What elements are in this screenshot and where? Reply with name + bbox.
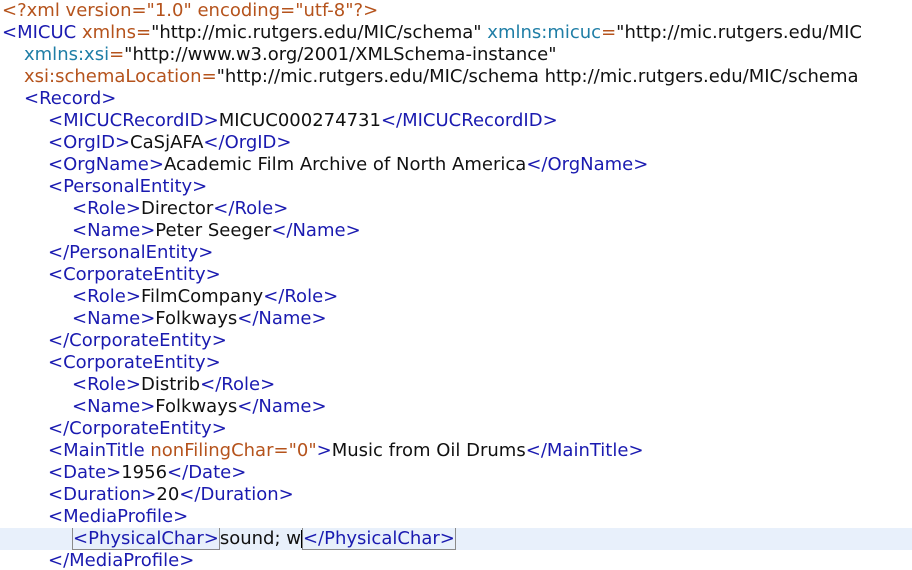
element-text: Academic Film Archive of North America	[163, 154, 527, 175]
code-line[interactable]: <MICUCRecordID>MICUC000274731</MICUCReco…	[0, 110, 912, 132]
tag-name: PersonalEntity	[69, 242, 199, 263]
code-line[interactable]: <CorporateEntity>	[0, 352, 912, 374]
attr-value: "http://mic.rutgers.edu/MIC/schema"	[151, 22, 482, 43]
tag-name: Date	[63, 462, 107, 483]
attr-value: "http://mic.rutgers.edu/MIC/schema http:…	[216, 66, 859, 87]
attr-name: xmlns:xsi	[24, 44, 110, 65]
element-text: FilmCompany	[140, 286, 264, 307]
tag-name: Date	[188, 462, 232, 483]
tag-name: Duration	[63, 484, 142, 505]
code-line[interactable]: <MICUC xmlns="http://mic.rutgers.edu/MIC…	[0, 22, 912, 44]
code-line[interactable]: <OrgName>Academic Film Archive of North …	[0, 154, 912, 176]
code-line[interactable]: xmlns:xsi="http://www.w3.org/2001/XMLSch…	[0, 44, 912, 66]
tag-name: Name	[292, 220, 346, 241]
code-line[interactable]: <Name>Folkways</Name>	[0, 308, 912, 330]
attr-name: xmlns	[81, 22, 136, 43]
code-line[interactable]: </PersonalEntity>	[0, 242, 912, 264]
tag-name: Role	[234, 198, 274, 219]
tag-match-highlight: <PhysicalChar>	[72, 528, 220, 550]
element-text: Distrib	[140, 374, 201, 395]
element-text: Folkways	[155, 308, 238, 329]
tag-name: MainTitle	[546, 440, 629, 461]
tag-name: Record	[39, 88, 102, 109]
element-text: MICUC000274731	[218, 110, 381, 131]
element-text: Peter Seeger	[155, 220, 272, 241]
code-line[interactable]: <Duration>20</Duration>	[0, 484, 912, 506]
tag-name: Name	[258, 396, 312, 417]
tag-name: Name	[258, 308, 312, 329]
element-text: Folkways	[155, 396, 238, 417]
code-line[interactable]: <OrgID>CaSjAFA</OrgID>	[0, 132, 912, 154]
code-line[interactable]: <Role>Distrib</Role>	[0, 374, 912, 396]
tag-name: CorporateEntity	[69, 330, 212, 351]
code-line[interactable]: <Name>Folkways</Name>	[0, 396, 912, 418]
tag-match-highlight: </PhysicalChar>	[301, 528, 456, 550]
xml-declaration: <?xml version="1.0" encoding="utf-8"?>	[2, 0, 379, 21]
tag-name: OrgID	[63, 132, 115, 153]
tag-name: MICUCRecordID	[63, 110, 204, 131]
tag-name: Role	[87, 198, 126, 219]
code-line[interactable]: </MediaProfile>	[0, 550, 912, 570]
tag-name: OrgName	[63, 154, 149, 175]
tag-name: OrgID	[224, 132, 277, 153]
code-line[interactable]: <CorporateEntity>	[0, 264, 912, 286]
current-code-line[interactable]: <PhysicalChar>sound; w </PhysicalChar>	[0, 528, 912, 550]
attr-name: xmlns:micuc	[487, 22, 602, 43]
tag-name: PhysicalChar	[324, 528, 440, 549]
code-line[interactable]: <?xml version="1.0" encoding="utf-8"?>	[0, 0, 912, 22]
tag-name: CorporateEntity	[63, 264, 206, 285]
element-text: Director	[140, 198, 214, 219]
attr-value: "0"	[288, 440, 317, 461]
code-line[interactable]: <Record>	[0, 88, 912, 110]
tag-name: CorporateEntity	[69, 418, 212, 439]
tag-name: MainTitle	[63, 440, 145, 461]
element-text: 1956	[121, 462, 168, 483]
code-line[interactable]: </CorporateEntity>	[0, 330, 912, 352]
tag-name: Role	[221, 374, 261, 395]
root-tag-name: MICUC	[17, 22, 77, 43]
attr-name: xsi:schemaLocation	[24, 66, 202, 87]
element-text: sound; w	[219, 528, 301, 549]
code-line[interactable]: <Name>Peter Seeger</Name>	[0, 220, 912, 242]
code-line[interactable]: <Role>Director</Role>	[0, 198, 912, 220]
element-text: CaSjAFA	[130, 132, 204, 153]
tag-name: Name	[87, 396, 141, 417]
tag-name: OrgName	[547, 154, 634, 175]
tag-name: CorporateEntity	[63, 352, 206, 373]
code-line[interactable]: </CorporateEntity>	[0, 418, 912, 440]
tag-name: PhysicalChar	[88, 528, 204, 549]
tag-name: Role	[87, 374, 126, 395]
code-line[interactable]: <Role>FilmCompany</Role>	[0, 286, 912, 308]
code-line[interactable]: xsi:schemaLocation="http://mic.rutgers.e…	[0, 66, 912, 88]
tag-name: Name	[87, 220, 141, 241]
element-text: 20	[156, 484, 180, 505]
code-line[interactable]: <MediaProfile>	[0, 506, 912, 528]
xml-editor[interactable]: <?xml version="1.0" encoding="utf-8"?> <…	[0, 0, 912, 570]
tag-name: Role	[284, 286, 324, 307]
tag-name: MediaProfile	[69, 550, 180, 570]
tag-name: MICUCRecordID	[402, 110, 543, 131]
tag-name: Duration	[200, 484, 279, 505]
tag-name: Role	[87, 286, 126, 307]
attr-value: "http://mic.rutgers.edu/MIC	[616, 22, 862, 43]
element-text: Music from Oil Drums	[331, 440, 526, 461]
attr-name: nonFilingChar	[150, 440, 274, 461]
code-line[interactable]: <PersonalEntity>	[0, 176, 912, 198]
tag-name: Name	[87, 308, 141, 329]
code-line[interactable]: <MainTitle nonFilingChar="0">Music from …	[0, 440, 912, 462]
tag-name: PersonalEntity	[63, 176, 193, 197]
code-line[interactable]: <Date>1956</Date>	[0, 462, 912, 484]
tag-name: MediaProfile	[63, 506, 174, 527]
attr-value: "http://www.w3.org/2001/XMLSchema-instan…	[124, 44, 557, 65]
